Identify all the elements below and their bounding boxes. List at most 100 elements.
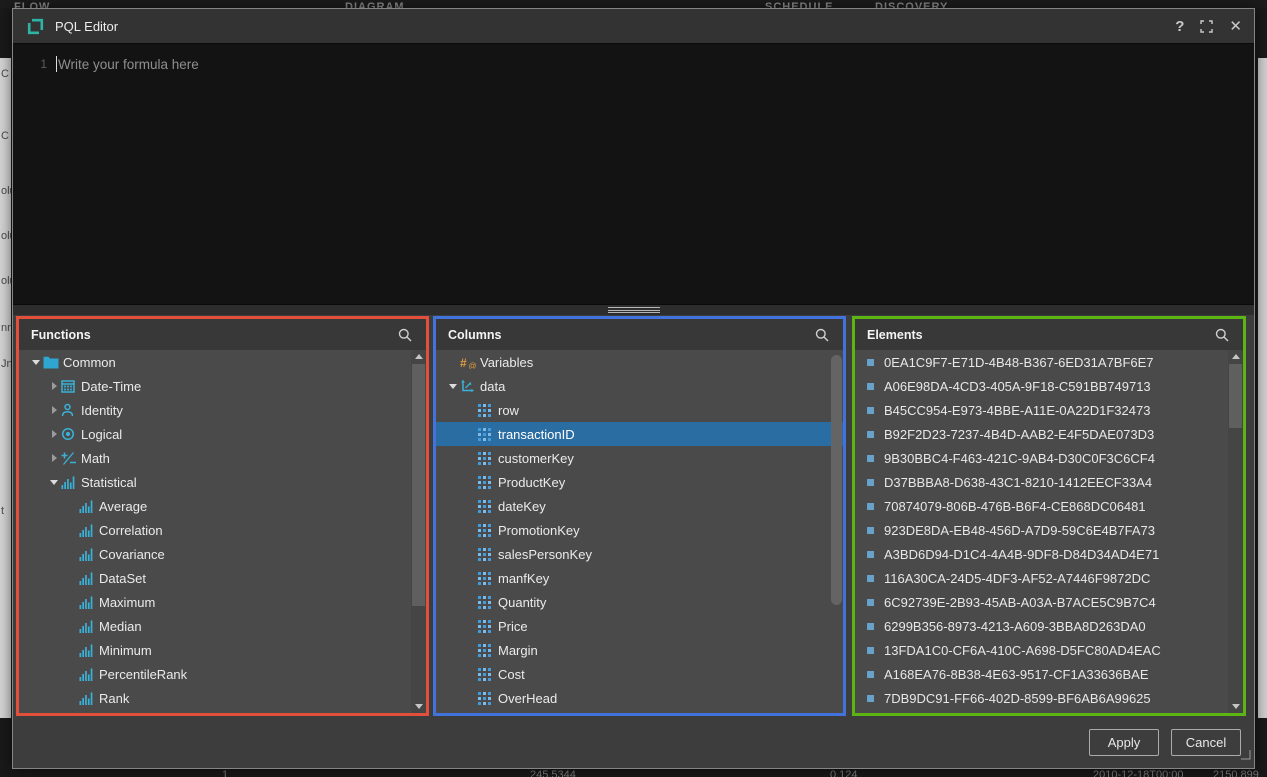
tree-item-PromotionKey[interactable]: PromotionKey <box>436 518 843 542</box>
element-item[interactable]: 13FDA1C0-CF6A-410C-A698-D5FC80AD4EAC <box>855 638 1243 662</box>
background-left-panel-strip: CColuoluolunnJnt <box>0 58 11 718</box>
caret-down-icon[interactable] <box>47 480 61 485</box>
apply-button[interactable]: Apply <box>1089 729 1159 756</box>
tree-item-Math[interactable]: Math <box>19 446 426 470</box>
element-item[interactable]: 116A30CA-24D5-4DF3-AF52-A7446F9872DC <box>855 566 1243 590</box>
element-item[interactable]: 923DE8DA-EB48-456D-A7D9-59C6E4B7FA73 <box>855 518 1243 542</box>
tree-item-label: Common <box>63 355 116 370</box>
tree-item-PercentileRank[interactable]: PercentileRank <box>19 662 426 686</box>
background-ribbon-strip: FLOWDIAGRAMSCHEDULEDISCOVERY <box>0 0 1267 8</box>
caret-right-icon[interactable] <box>47 406 61 414</box>
element-item[interactable]: 6C92739E-2B93-45AB-A03A-B7ACE5C9B7C4 <box>855 590 1243 614</box>
element-item[interactable]: 9B30BBC4-F463-421C-9AB4-D30C0F3C6CF4 <box>855 446 1243 470</box>
element-item[interactable]: B92F2D23-7237-4B4D-AAB2-E4F5DAE073D3 <box>855 422 1243 446</box>
tree-item-Quantity[interactable]: Quantity <box>436 590 843 614</box>
tree-item-Minimum[interactable]: Minimum <box>19 638 426 662</box>
element-item[interactable]: 7DB9DC91-FF66-402D-8599-BF6AB6A99625 <box>855 686 1243 710</box>
background-grid-fragment: 1 <box>222 769 228 777</box>
pql-logo-icon <box>27 18 45 35</box>
formula-editor[interactable]: 1 Write your formula here <box>13 43 1254 305</box>
search-icon[interactable] <box>1215 328 1233 342</box>
close-icon[interactable]: ✕ <box>1229 19 1242 34</box>
tree-item-Identity[interactable]: Identity <box>19 398 426 422</box>
tree-item-label: Variables <box>480 355 533 370</box>
element-guid: 7DB9DC91-FF66-402D-8599-BF6AB6A99625 <box>884 691 1151 706</box>
grid-icon <box>478 644 496 657</box>
tree-item-DataSet[interactable]: DataSet <box>19 566 426 590</box>
stats-icon <box>79 644 97 657</box>
tree-item-label: salesPersonKey <box>498 547 592 562</box>
element-guid: 6C92739E-2B93-45AB-A03A-B7ACE5C9B7C4 <box>884 595 1156 610</box>
tree-item-OverHead[interactable]: OverHead <box>436 686 843 710</box>
tree-item-Margin[interactable]: Margin <box>436 638 843 662</box>
background-text-fragment: C <box>1 68 9 80</box>
scroll-down-icon[interactable] <box>411 700 426 713</box>
tree-item-Maximum[interactable]: Maximum <box>19 590 426 614</box>
splitter-handle-icon[interactable] <box>608 307 660 315</box>
tree-item-label: Average <box>99 499 147 514</box>
tree-item-label: PromotionKey <box>498 523 580 538</box>
scrollbar-thumb[interactable] <box>412 364 425 606</box>
caret-down-icon[interactable] <box>446 384 460 389</box>
tree-item-ProductKey[interactable]: ProductKey <box>436 470 843 494</box>
tree-item-Logical[interactable]: Logical <box>19 422 426 446</box>
caret-right-icon[interactable] <box>47 382 61 390</box>
functions-scrollbar[interactable] <box>411 350 426 713</box>
tree-item-manfKey[interactable]: manfKey <box>436 566 843 590</box>
tree-item-Price[interactable]: Price <box>436 614 843 638</box>
tree-item-Rank[interactable]: Rank <box>19 686 426 710</box>
tree-item-salesPersonKey[interactable]: salesPersonKey <box>436 542 843 566</box>
tree-item-Median[interactable]: Median <box>19 614 426 638</box>
caret-right-icon[interactable] <box>47 454 61 462</box>
columns-scrollbar[interactable] <box>830 350 843 713</box>
element-item[interactable]: 6299B356-8973-4213-A609-3BBA8D263DA0 <box>855 614 1243 638</box>
math-icon <box>61 452 79 465</box>
element-item[interactable]: A168EA76-8B38-4E63-9517-CF1A33636BAE <box>855 662 1243 686</box>
maximize-icon[interactable] <box>1200 20 1213 33</box>
element-item[interactable]: A3BD6D94-D1C4-4A4B-9DF8-D84D34AD4E71 <box>855 542 1243 566</box>
tree-item-Cost[interactable]: Cost <box>436 662 843 686</box>
element-item[interactable]: 70874079-806B-476B-B6F4-CE868DC06481 <box>855 494 1243 518</box>
tree-item-Variables[interactable]: #@Variables <box>436 350 843 374</box>
element-bullet-icon <box>867 671 874 678</box>
scroll-up-icon[interactable] <box>1228 350 1243 363</box>
resize-grip-icon[interactable] <box>1240 747 1251 765</box>
tree-item-Statistical[interactable]: Statistical <box>19 470 426 494</box>
help-icon[interactable]: ? <box>1175 19 1184 34</box>
cancel-button[interactable]: Cancel <box>1171 729 1241 756</box>
element-item[interactable]: D37BBBA8-D638-43C1-8210-1412EECF33A4 <box>855 470 1243 494</box>
elements-scrollbar[interactable] <box>1228 350 1243 713</box>
element-item[interactable]: A06E98DA-4CD3-405A-9F18-C591BB749713 <box>855 374 1243 398</box>
tree-item-Average[interactable]: Average <box>19 494 426 518</box>
scroll-down-icon[interactable] <box>1228 700 1243 713</box>
scrollbar-thumb[interactable] <box>831 355 842 605</box>
columns-panel-header: Columns <box>436 319 843 350</box>
tree-item-dateKey[interactable]: dateKey <box>436 494 843 518</box>
caret-down-icon[interactable] <box>29 360 43 365</box>
grid-icon <box>478 692 496 705</box>
element-item[interactable]: 0EA1C9F7-E71D-4B48-B367-6ED31A7BF6E7 <box>855 350 1243 374</box>
caret-right-icon[interactable] <box>47 430 61 438</box>
folder-icon <box>43 356 61 369</box>
search-icon[interactable] <box>398 328 416 342</box>
tree-item-Common[interactable]: Common <box>19 350 426 374</box>
element-guid: 116A30CA-24D5-4DF3-AF52-A7446F9872DC <box>884 571 1150 586</box>
columns-panel-title: Columns <box>448 328 815 342</box>
element-bullet-icon <box>867 383 874 390</box>
person-icon <box>61 403 79 417</box>
scroll-up-icon[interactable] <box>411 350 426 363</box>
tree-item-transactionID[interactable]: transactionID <box>436 422 843 446</box>
tree-item-Date-Time[interactable]: Date-Time <box>19 374 426 398</box>
search-icon[interactable] <box>815 328 833 342</box>
tree-item-Correlation[interactable]: Correlation <box>19 518 426 542</box>
tree-item-row[interactable]: row <box>436 398 843 422</box>
tree-item-Covariance[interactable]: Covariance <box>19 542 426 566</box>
tree-item-customerKey[interactable]: customerKey <box>436 446 843 470</box>
element-item[interactable]: B45CC954-E973-4BBE-A11E-0A22D1F32473 <box>855 398 1243 422</box>
tree-item-label: PercentileRank <box>99 667 187 682</box>
scrollbar-thumb[interactable] <box>1229 364 1242 428</box>
tree-item-label: data <box>480 379 505 394</box>
stats-icon <box>79 620 97 633</box>
tree-item-data[interactable]: data <box>436 374 843 398</box>
background-text-fragment: olu <box>1 275 11 287</box>
